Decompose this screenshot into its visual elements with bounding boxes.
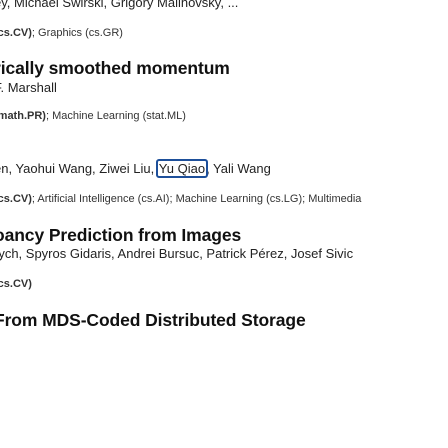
entry-title: oancy Prediction from Images <box>0 225 241 245</box>
primary-subject: (cs.CV) <box>0 27 32 39</box>
entry-title: rically smoothed momentum <box>0 58 230 78</box>
entry-subjects: (cs.CV) <box>0 278 32 291</box>
entry-authors: rych, Spyros Gidaris, Andrei Bursuc, Pat… <box>0 246 353 262</box>
primary-subject: (cs.CV) <box>0 193 32 205</box>
author-link-highlighted[interactable]: Yu Qiao <box>155 159 209 178</box>
author-links[interactable]: en, Yaohui Wang, Ziwei Liu, <box>0 161 158 176</box>
arxiv-listing: ey, Michael Swirski, Grigory Malinovsky,… <box>0 0 448 448</box>
primary-subject: (cs.CV) <box>0 278 32 290</box>
entry-authors: ey, Michael Swirski, Grigory Malinovsky,… <box>0 0 238 11</box>
secondary-subjects: ; Graphics (cs.GR) <box>31 27 123 39</box>
author-link[interactable]: F. Marshall <box>0 80 57 95</box>
author-link[interactable]: , Yali Wang <box>206 161 271 176</box>
author-links[interactable]: ey, Michael Swirski, Grigory Malinovsky,… <box>0 0 238 10</box>
secondary-subjects: ; Artificial Intelligence (cs.AI); Machi… <box>31 193 362 205</box>
paper-title: From MDS-Coded Distributed Storage <box>0 310 306 330</box>
paper-title: oancy Prediction from Images <box>0 225 242 245</box>
entry-subjects: (math.PR); Machine Learning (stat.ML) <box>0 110 186 123</box>
paper-title: rically smoothed momentum <box>0 58 230 78</box>
secondary-subjects: ; Machine Learning (stat.ML) <box>45 110 186 122</box>
entry-authors: en, Yaohui Wang, Ziwei Liu, Yu Qiao, Yal… <box>0 159 271 178</box>
entry-subjects: (cs.CV); Graphics (cs.GR) <box>0 27 123 40</box>
author-links[interactable]: rych, Spyros Gidaris, Andrei Bursuc, Pat… <box>0 246 353 261</box>
entry-authors: F. Marshall <box>0 80 57 96</box>
entry-title: From MDS-Coded Distributed Storage <box>0 310 306 330</box>
primary-subject: (math.PR) <box>0 110 46 122</box>
entry-subjects: (cs.CV); Artificial Intelligence (cs.AI)… <box>0 193 361 206</box>
